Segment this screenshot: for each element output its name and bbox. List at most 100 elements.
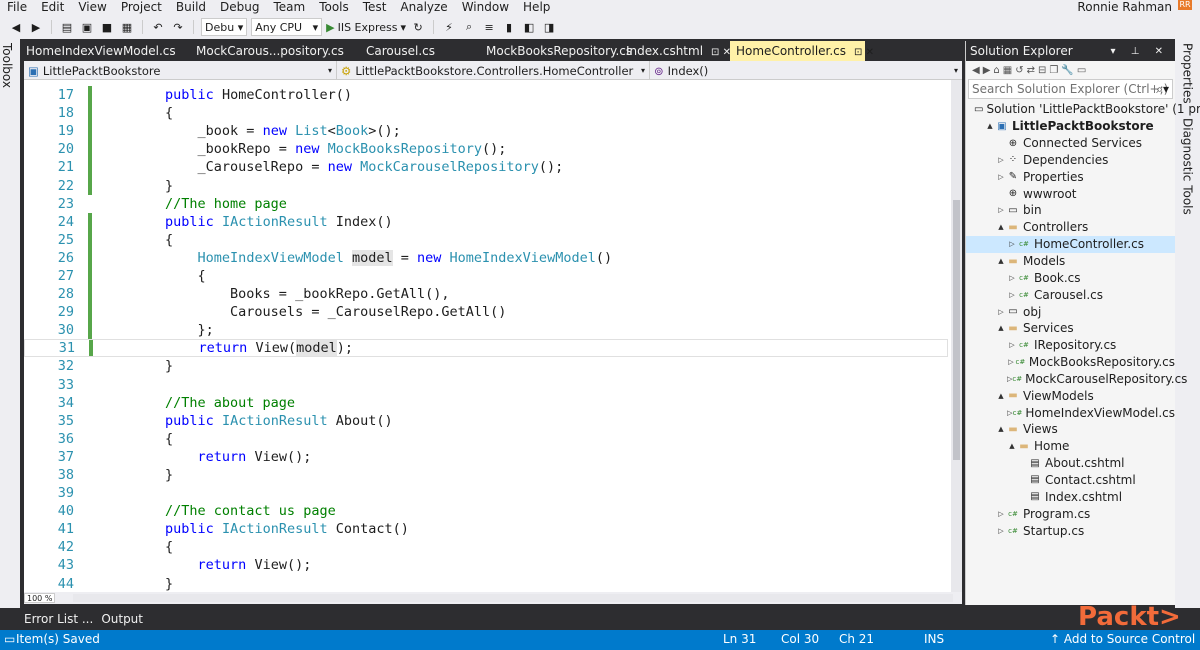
code-line[interactable]: 25 { bbox=[24, 230, 948, 249]
new-project-icon[interactable]: ▤ bbox=[59, 19, 75, 35]
collapse-all-icon[interactable]: ⊟ bbox=[1038, 65, 1046, 76]
tree-node[interactable]: ▷ c# IRepository.cs bbox=[966, 337, 1175, 354]
doc-tab[interactable]: HomeController.cs ⊡ ✕ bbox=[730, 41, 874, 61]
menu-test[interactable]: Test bbox=[356, 0, 394, 15]
tree-node[interactable]: ▤ Index.cshtml bbox=[966, 488, 1175, 505]
tree-node[interactable]: ▲ ▬ Controllers bbox=[966, 219, 1175, 236]
toolbox-label[interactable]: Toolbox bbox=[0, 39, 14, 88]
collapsed-arrow-icon[interactable]: ▷ bbox=[996, 308, 1006, 316]
code-line[interactable]: 42 { bbox=[24, 538, 948, 556]
expanded-arrow-icon[interactable]: ▲ bbox=[996, 392, 1006, 400]
save-all-icon[interactable]: ▦ bbox=[119, 19, 135, 35]
toolbox-strip[interactable]: Toolbox bbox=[0, 39, 20, 608]
menu-file[interactable]: File bbox=[0, 0, 34, 15]
tree-node[interactable]: ▲ ▣ LittlePacktBookstore bbox=[966, 118, 1175, 135]
code-line[interactable]: 26 HomeIndexViewModel model = new HomeIn… bbox=[24, 248, 948, 267]
user-name[interactable]: Ronnie Rahman bbox=[1077, 0, 1172, 15]
code-line[interactable]: 29 Carousels = _CarouselRepo.GetAll() bbox=[24, 303, 948, 322]
expanded-arrow-icon[interactable]: ▲ bbox=[985, 122, 995, 130]
expanded-arrow-icon[interactable]: ▲ bbox=[996, 223, 1006, 231]
collapsed-arrow-icon[interactable]: ▷ bbox=[1007, 358, 1015, 366]
expanded-arrow-icon[interactable]: ▲ bbox=[996, 257, 1006, 265]
tree-node[interactable]: ▷ ✎ Properties bbox=[966, 168, 1175, 185]
tree-node[interactable]: ▤ About.cshtml bbox=[966, 455, 1175, 472]
editor-horizontal-scrollbar[interactable] bbox=[73, 594, 954, 602]
code-line[interactable]: 36 { bbox=[24, 430, 948, 448]
collapsed-arrow-icon[interactable]: ▷ bbox=[1007, 341, 1017, 349]
tree-node[interactable]: ▷ c# Program.cs bbox=[966, 505, 1175, 522]
collapsed-arrow-icon[interactable]: ▷ bbox=[996, 527, 1006, 535]
menu-tools[interactable]: Tools bbox=[312, 0, 356, 15]
code-line[interactable]: 32 } bbox=[24, 357, 948, 375]
code-line[interactable]: 30 }; bbox=[24, 321, 948, 340]
tree-node[interactable]: ▲ ▬ ViewModels bbox=[966, 387, 1175, 404]
tree-node[interactable]: ▷ c# Startup.cs bbox=[966, 522, 1175, 539]
tree-node[interactable]: ▷ c# Book.cs bbox=[966, 269, 1175, 286]
tree-node[interactable]: ▷ ⁘ Dependencies bbox=[966, 152, 1175, 169]
open-icon[interactable]: ▣ bbox=[79, 19, 95, 35]
solution-search-input[interactable]: Search Solution Explorer (Ctrl+;) ⌕▾ bbox=[968, 79, 1173, 99]
tree-node[interactable]: ▷ c# MockBooksRepository.cs bbox=[966, 354, 1175, 371]
menu-debug[interactable]: Debug bbox=[213, 0, 266, 15]
code-line[interactable]: 44 } bbox=[24, 575, 948, 592]
collapsed-arrow-icon[interactable]: ▷ bbox=[996, 156, 1006, 164]
tree-node[interactable]: ▤ Contact.cshtml bbox=[966, 472, 1175, 489]
comment-icon[interactable]: ≡ bbox=[481, 19, 497, 35]
code-line[interactable]: 40 //The contact us page bbox=[24, 502, 948, 520]
tree-node[interactable]: ▲ ▬ Services bbox=[966, 320, 1175, 337]
properties-tab[interactable]: Properties bbox=[1181, 39, 1195, 104]
code-line[interactable]: 17 public HomeController() bbox=[24, 86, 948, 105]
history-icon[interactable]: ↺ bbox=[1015, 65, 1023, 76]
undo-icon[interactable]: ↶ bbox=[150, 19, 166, 35]
code-line[interactable]: 31 return View(model); bbox=[24, 339, 948, 358]
code-line[interactable]: 34 //The about page bbox=[24, 394, 948, 412]
expanded-arrow-icon[interactable]: ▲ bbox=[996, 324, 1006, 332]
platform-combo[interactable]: Any CPU ▾ bbox=[251, 18, 323, 36]
back-icon[interactable]: ◀ bbox=[8, 19, 24, 35]
code-line[interactable]: 37 return View(); bbox=[24, 448, 948, 466]
code-line[interactable]: 20 _bookRepo = new MockBooksRepository()… bbox=[24, 140, 948, 159]
doc-tab[interactable]: Carousel.cs bbox=[360, 41, 480, 61]
tab-pin-close-icons[interactable]: ⊡ ✕ bbox=[711, 47, 731, 58]
run-button[interactable]: ▶ IIS Express ▾ bbox=[326, 21, 406, 34]
class-combo[interactable]: ⚙ LittlePacktBookstore.Controllers.HomeC… bbox=[337, 61, 650, 80]
search-icon[interactable]: ⌕▾ bbox=[1156, 82, 1169, 97]
code-line[interactable]: 39 bbox=[24, 484, 948, 502]
scroll-thumb[interactable] bbox=[953, 200, 960, 460]
collapsed-arrow-icon[interactable]: ▷ bbox=[1007, 274, 1017, 282]
editor-vertical-scrollbar[interactable] bbox=[951, 80, 962, 592]
code-line[interactable]: 22 } bbox=[24, 176, 948, 195]
tab-output[interactable]: Output bbox=[97, 612, 147, 626]
menu-window[interactable]: Window bbox=[455, 0, 516, 15]
collapsed-arrow-icon[interactable]: ▷ bbox=[996, 206, 1006, 214]
collapsed-arrow-icon[interactable]: ▷ bbox=[996, 510, 1006, 518]
tree-node[interactable]: ▷ c# HomeController.cs bbox=[966, 235, 1175, 253]
panel-buttons[interactable]: ▾ ⊥ ✕ bbox=[1111, 46, 1169, 57]
menu-view[interactable]: View bbox=[71, 0, 113, 15]
configuration-combo[interactable]: Debu ▾ bbox=[201, 18, 248, 36]
zoom-combo[interactable]: 100 % bbox=[24, 593, 56, 603]
tree-node[interactable]: ▭ Solution 'LittlePacktBookstore' (1 pr bbox=[966, 101, 1200, 118]
code-line[interactable]: 21 _CarouselRepo = new MockCarouselRepos… bbox=[24, 158, 948, 177]
menu-edit[interactable]: Edit bbox=[34, 0, 71, 15]
collapsed-arrow-icon[interactable]: ▷ bbox=[1007, 291, 1017, 299]
properties-icon[interactable]: 🔧 bbox=[1061, 65, 1073, 76]
forward-icon[interactable]: ▶ bbox=[28, 19, 44, 35]
collapsed-arrow-icon[interactable]: ▷ bbox=[996, 173, 1006, 181]
code-line[interactable]: 35 public IActionResult About() bbox=[24, 412, 948, 430]
doc-tab[interactable]: MockBooksRepository.cs bbox=[480, 41, 632, 61]
tree-node[interactable]: ▲ ▬ Home bbox=[966, 438, 1175, 455]
tree-node[interactable]: ▲ ▬ Views bbox=[966, 421, 1175, 438]
code-line[interactable]: 33 bbox=[24, 376, 948, 394]
menu-help[interactable]: Help bbox=[516, 0, 557, 15]
show-all-files-icon[interactable]: ❐ bbox=[1049, 65, 1058, 76]
project-combo[interactable]: ▣ LittlePacktBookstore ▾ bbox=[24, 61, 337, 80]
code-line[interactable]: 41 public IActionResult Contact() bbox=[24, 520, 948, 538]
member-combo[interactable]: ⊚ Index() ▾ bbox=[650, 61, 962, 80]
tree-node[interactable]: ▷ c# HomeIndexViewModel.cs bbox=[966, 404, 1175, 421]
refresh-icon[interactable]: ↻ bbox=[410, 19, 426, 35]
bookmark-icon[interactable]: ▮ bbox=[501, 19, 517, 35]
code-line[interactable]: 28 Books = _bookRepo.GetAll(), bbox=[24, 285, 948, 304]
tree-node[interactable]: ▷ c# MockCarouselRepository.cs bbox=[966, 371, 1187, 388]
tree-node[interactable]: ▷ c# Carousel.cs bbox=[966, 286, 1175, 303]
